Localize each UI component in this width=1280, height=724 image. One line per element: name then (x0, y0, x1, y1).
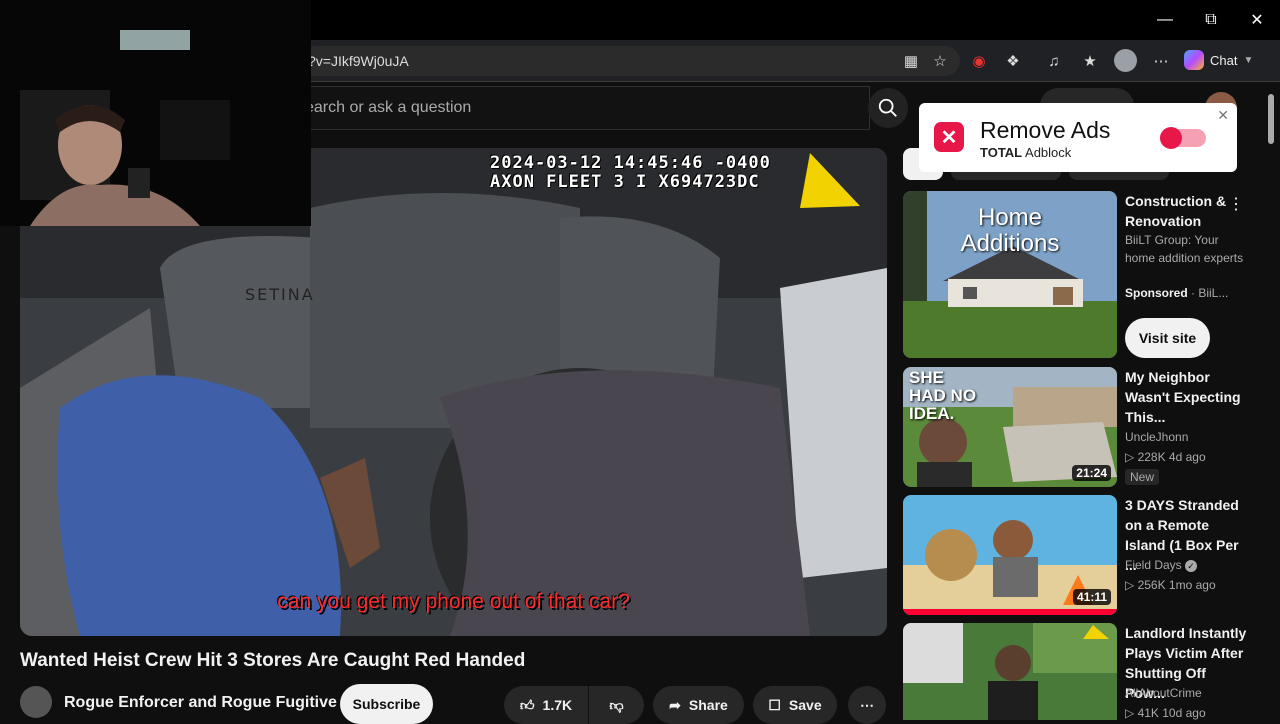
ad-thumb-text-1: Home (977, 204, 1043, 231)
sponsored-thumbnail[interactable]: Home Additions (903, 191, 1117, 358)
profile-avatar[interactable] (1114, 49, 1137, 72)
video-duration: 41:11 (1072, 589, 1111, 605)
video-meta: ▷ 256K 1mo ago (1125, 578, 1216, 592)
new-badge: New (1125, 469, 1160, 485)
thumbs-up-icon: 👍︎ (519, 696, 535, 713)
more-actions-button[interactable]: ⋯ (848, 686, 886, 724)
ad-thumb-text-2: Additions (960, 230, 1060, 257)
channel-name: Field Days (1125, 558, 1182, 572)
like-button[interactable]: 👍︎ 1.7K (504, 686, 588, 724)
settings-more-icon[interactable]: ⋯ (1150, 50, 1172, 72)
chevron-down-icon: ▼ (1243, 54, 1254, 66)
timestamp-line-2: AXON FLEET 3 I X694723DC (490, 172, 760, 192)
video-subtitle: can you get my phone out of that car? (277, 590, 630, 613)
bookmark-icon: ☐ (768, 696, 781, 713)
adblock-popup: ✕ Remove Ads TOTAL Adblock ✕ (919, 103, 1237, 172)
extension-adblock-icon[interactable]: ◉ (968, 50, 990, 72)
share-icon: ➦ (669, 696, 681, 713)
dashcam-timestamp: 2024-03-12 14:45:46 -0400 AXON FLEET 3 I… (490, 154, 771, 192)
thumb-overlay-text: SHE HAD NO IDEA. (909, 368, 977, 423)
advertiser-name: · BiiL... (1191, 286, 1229, 300)
verified-check-icon: ✓ (1185, 559, 1198, 572)
thumbs-down-icon: 👎︎ (609, 696, 624, 713)
remove-ads-toggle[interactable] (1160, 127, 1206, 149)
video-thumbnail[interactable]: 41:11 (903, 495, 1117, 615)
video-channel[interactable]: Field Days ✓ (1125, 555, 1198, 575)
sponsored-line: Sponsored · BiiL... (1125, 284, 1228, 302)
webcam-frame (0, 0, 311, 226)
popup-close-icon[interactable]: ✕ (1217, 107, 1229, 124)
scrollbar-thumb[interactable] (1268, 94, 1274, 144)
address-bar[interactable]: ?v=JIkf9Wj0uJA (300, 46, 960, 76)
favorites-icon[interactable]: ★ (1079, 50, 1101, 72)
video-meta: ▷ 228K 4d ago (1125, 450, 1206, 464)
brand-bold: TOTAL (980, 145, 1023, 160)
brand-rest: Adblock (1025, 145, 1072, 160)
save-button[interactable]: ☐ Save (753, 686, 837, 724)
video-thumbnail[interactable]: SHE HAD NO IDEA. 21:24 (903, 367, 1117, 487)
video-duration: 21:24 (1072, 465, 1111, 481)
channel-name[interactable]: Rogue Enforcer and Rogue Fugitive (64, 694, 337, 712)
video-title[interactable]: My Neighbor Wasn't Expecting This... (1125, 367, 1249, 427)
page-scrollbar[interactable] (1262, 82, 1280, 720)
search-icon (878, 98, 897, 117)
search-input[interactable]: earch or ask a question (290, 86, 870, 130)
thumbnail-image (903, 623, 1117, 720)
url-text: ?v=JIkf9Wj0uJA (308, 53, 409, 69)
minimize-icon[interactable]: — (1142, 0, 1188, 40)
sponsored-label: Sponsored (1125, 286, 1188, 300)
extensions-icon[interactable]: ❖ (1002, 50, 1024, 72)
video-meta: ▷ 41K 10d ago (1125, 706, 1206, 720)
timestamp-line-1: 2024-03-12 14:45:46 -0400 (490, 153, 771, 173)
chat-label: Chat (1210, 52, 1238, 68)
copilot-chat-button[interactable]: Chat ▼ (1184, 46, 1274, 74)
app-available-icon[interactable]: ▦ (900, 50, 922, 72)
favorite-star-icon[interactable]: ☆ (929, 50, 951, 72)
video-channel[interactable]: AllAboutCrime (1125, 683, 1202, 703)
save-label: Save (788, 697, 822, 713)
sponsored-description: BiiLT Group: Your home addition experts (1125, 233, 1244, 265)
video-thumbnail[interactable] (903, 623, 1117, 720)
channel-avatar[interactable] (20, 686, 52, 718)
video-title: Wanted Heist Crew Hit 3 Stores Are Caugh… (20, 650, 526, 671)
subscribe-button[interactable]: Subscribe (340, 684, 433, 724)
adblock-logo-icon: ✕ (934, 122, 964, 152)
webcam-overlay (0, 0, 311, 226)
more-horizontal-icon: ⋯ (860, 696, 874, 713)
visit-site-button[interactable]: Visit site (1125, 318, 1210, 358)
dislike-button[interactable]: 👎︎ (589, 686, 644, 724)
close-icon[interactable]: ✕ (1234, 0, 1280, 40)
copilot-icon (1184, 50, 1204, 70)
adblock-brand: TOTAL Adblock (980, 145, 1071, 160)
restore-icon[interactable]: ⧉ (1188, 0, 1234, 40)
search-placeholder: earch or ask a question (305, 99, 472, 116)
share-label: Share (688, 697, 728, 713)
like-count: 1.7K (542, 697, 573, 713)
seat-brand-text: SETINA (245, 285, 315, 304)
search-button[interactable] (868, 88, 908, 128)
video-channel[interactable]: UncleJhonn (1125, 427, 1188, 447)
remove-ads-title: Remove Ads (980, 117, 1111, 143)
browser-essentials-icon[interactable]: ♫ (1043, 50, 1065, 72)
kebab-menu-icon[interactable]: ⋮ (1228, 194, 1244, 214)
share-button[interactable]: ➦ Share (653, 686, 744, 724)
